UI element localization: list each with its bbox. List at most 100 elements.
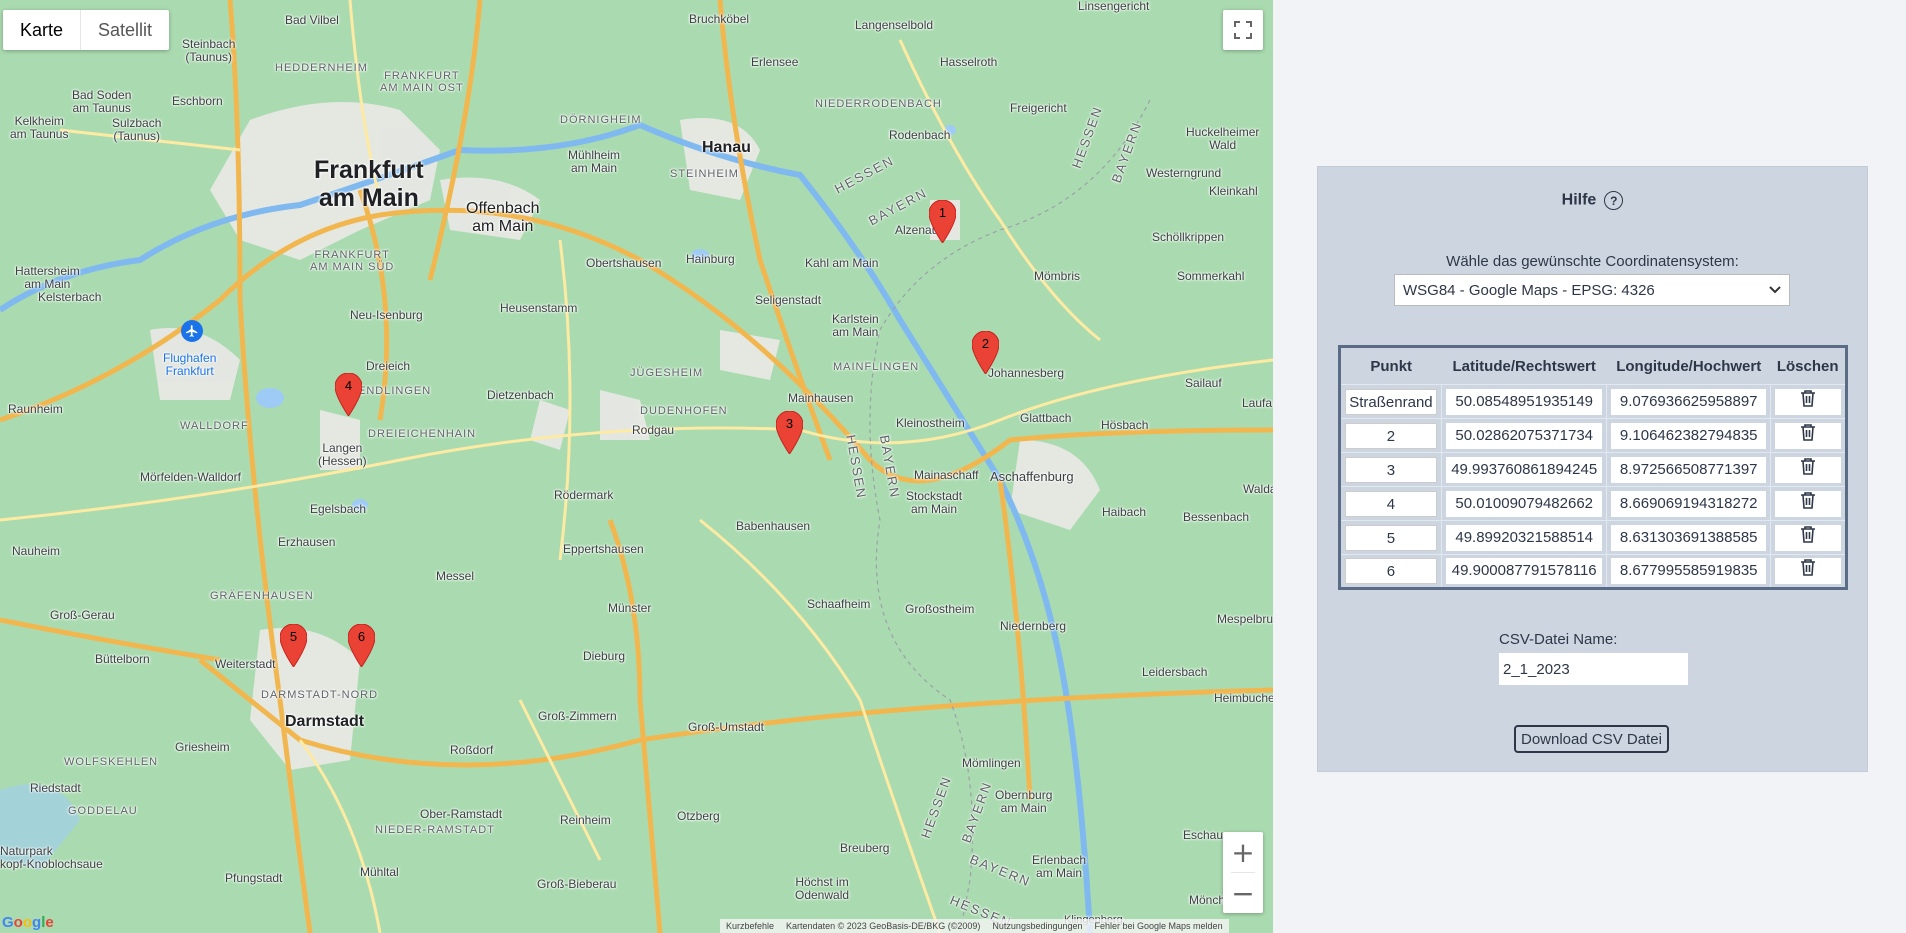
map-marker-5[interactable]: 5 — [279, 623, 308, 668]
map-label-linsengericht: Linsengericht — [1078, 0, 1150, 13]
map-label-freigericht: Freigericht — [1010, 101, 1067, 115]
map-marker-2[interactable]: 2 — [971, 330, 1000, 375]
map-label-dieburg: Dieburg — [583, 649, 626, 663]
longitude-cell: 8.677995585919835 — [1611, 558, 1766, 584]
map-label-ffm-ost: FRANKFURT AM MAIN OST — [380, 70, 464, 95]
map-label-moembris: Mömbris — [1034, 269, 1081, 283]
point-name-input[interactable]: 3 — [1345, 456, 1437, 483]
map-label-dietzenbach: Dietzenbach — [487, 388, 554, 402]
map-label-waldaschaff: Waldas — [1243, 482, 1273, 496]
map-label-hoesbach: Hösbach — [1101, 418, 1149, 432]
table-row: 4 50.01009079482662 8.669069194318272 — [1339, 486, 1848, 521]
longitude-cell: 8.631303691388585 — [1611, 524, 1766, 551]
trash-icon[interactable] — [1800, 491, 1816, 518]
help-title: Hilfe — [1561, 191, 1597, 209]
longitude-cell: 9.106462382794835 — [1611, 422, 1766, 449]
zoom-in-button[interactable]: + — [1223, 832, 1263, 872]
zoom-out-button[interactable]: − — [1223, 873, 1263, 913]
help-heading: Hilfe? — [1318, 191, 1867, 210]
map-label-goddelau: GODDELAU — [68, 805, 138, 817]
map-label-heimbuchenthal: Heimbuchenthal — [1214, 691, 1273, 705]
fullscreen-button[interactable] — [1223, 10, 1263, 50]
point-name-input[interactable]: 6 — [1345, 558, 1437, 584]
map-label-langen: Langen (Hessen) — [318, 441, 367, 469]
chevron-down-icon — [1769, 286, 1781, 294]
map-label-dreieichenhain: DREIEICHENHAIN — [368, 428, 477, 440]
map-type-satellit-button[interactable]: Satellit — [81, 10, 169, 50]
point-name-input[interactable]: 4 — [1345, 490, 1437, 517]
map-label-langenselbold: Langenselbold — [855, 18, 934, 32]
map-label-niederrodenbach: NIEDERRODENBACH — [815, 98, 942, 110]
map-marker-4[interactable]: 4 — [334, 372, 363, 417]
map-label-frankfurt: Frankfurt am Main — [314, 156, 424, 212]
map-label-sulzbach: Sulzbach (Taunus) — [112, 116, 162, 144]
map-label-roedermark: Rödermark — [554, 488, 614, 502]
map-label-kahl: Kahl am Main — [805, 256, 879, 270]
map-type-control: Karte Satellit — [3, 10, 170, 50]
map-marker-label: 3 — [785, 416, 794, 431]
map-label-laufach: Laufa — [1242, 396, 1273, 410]
map-label-darmstadt: Darmstadt — [285, 713, 365, 730]
map-label-ffm-sued: FRANKFURT AM MAIN SÜD — [310, 249, 395, 274]
map-label-steinheim: STEINHEIM — [670, 168, 739, 180]
question-circle-icon[interactable]: ? — [1604, 191, 1624, 210]
trash-icon[interactable] — [1800, 423, 1816, 450]
map-label-naturpark: Naturpark kopf-Knoblochsaue — [0, 844, 103, 872]
map-label-kelkheim: Kelkheim am Taunus — [10, 114, 69, 142]
map-label-otzberg: Otzberg — [677, 809, 720, 823]
map-label-bad-vilbel: Bad Vilbel — [285, 13, 339, 27]
map-label-gross-umstadt: Groß-Umstadt — [688, 720, 765, 734]
map-label-hattersheim: Hattersheim am Main — [15, 264, 80, 292]
map-label-raunheim: Raunheim — [8, 402, 63, 416]
download-csv-button[interactable]: Download CSV Datei — [1514, 725, 1669, 753]
map-label-gross-zimmern: Groß-Zimmern — [538, 709, 617, 723]
coordinate-system-select[interactable]: WSG84 - Google Maps - EPSG: 4326 — [1394, 274, 1790, 306]
map-label-erlenbach: Erlenbach am Main — [1032, 853, 1087, 881]
trash-icon[interactable] — [1800, 457, 1816, 484]
point-name-input[interactable]: Straßenrand — [1345, 388, 1437, 415]
coordinate-system-value: WSG84 - Google Maps - EPSG: 4326 — [1403, 281, 1655, 299]
map-label-juegesheim: JÜGESHEIM — [630, 367, 704, 379]
map-label-steinbach: Steinbach (Taunus) — [182, 37, 236, 65]
map-marker-label: 5 — [289, 629, 298, 644]
longitude-cell: 8.972566508771397 — [1611, 456, 1766, 483]
map-label-karlstein: Karlstein am Main — [832, 312, 879, 340]
trash-icon[interactable] — [1800, 389, 1816, 416]
report-error-link[interactable]: Fehler bei Google Maps melden — [1095, 921, 1223, 931]
trash-icon[interactable] — [1800, 558, 1816, 585]
map-label-obernburg: Obernburg am Main — [995, 788, 1053, 816]
map-label-kleinostheim: Kleinostheim — [896, 416, 965, 430]
map-label-walldorf: WALLDORF — [180, 420, 249, 432]
map-label-sprendlingen: ENDLINGEN — [358, 385, 432, 397]
map-marker-3[interactable]: 3 — [775, 410, 804, 455]
map-label-hasselroth: Hasselroth — [940, 55, 998, 69]
point-name-input[interactable]: 2 — [1345, 422, 1437, 449]
map-label-riedstadt: Riedstadt — [30, 781, 81, 795]
csv-filename-input[interactable]: 2_1_2023 — [1499, 653, 1688, 685]
map-label-moench: Mönch — [1189, 893, 1226, 907]
map-label-hainburg: Hainburg — [686, 252, 735, 266]
map-label-bessenbach: Bessenbach — [1183, 510, 1250, 524]
trash-icon[interactable] — [1800, 525, 1816, 552]
map-label-johannesberg: Johannesberg — [988, 366, 1065, 380]
map-label-ober-ramstadt: Ober-Ramstadt — [420, 807, 503, 821]
map[interactable]: Frankfurt am Main Offenbach am Main Hanau … — [0, 0, 1273, 933]
latitude-cell: 50.02862075371734 — [1445, 422, 1603, 449]
map-label-moerfelden: Mörfelden-Walldorf — [140, 470, 241, 484]
map-label-wolfskehlen: WOLFSKEHLEN — [64, 756, 159, 768]
map-marker-6[interactable]: 6 — [347, 623, 376, 668]
map-label-buettelborn: Büttelborn — [95, 652, 150, 666]
google-logo[interactable]: Google — [2, 914, 54, 931]
point-name-input[interactable]: 5 — [1345, 524, 1437, 551]
map-label-schoellkrippen: Schöllkrippen — [1152, 230, 1225, 244]
map-type-karte-button[interactable]: Karte — [3, 10, 82, 50]
map-label-heusenstamm: Heusenstamm — [500, 301, 578, 315]
zoom-control: + − — [1223, 832, 1263, 913]
map-marker-label: 1 — [938, 205, 947, 220]
map-label-darmstadt-nord: DARMSTADT-NORD — [261, 689, 379, 701]
keyboard-shortcuts-link[interactable]: Kurzbefehle — [726, 921, 774, 931]
latitude-cell: 49.993760861894245 — [1445, 456, 1603, 483]
terms-link[interactable]: Nutzungsbedingungen — [992, 921, 1082, 931]
map-marker-1[interactable]: 1 — [928, 199, 957, 244]
map-marker-label: 6 — [357, 629, 366, 644]
